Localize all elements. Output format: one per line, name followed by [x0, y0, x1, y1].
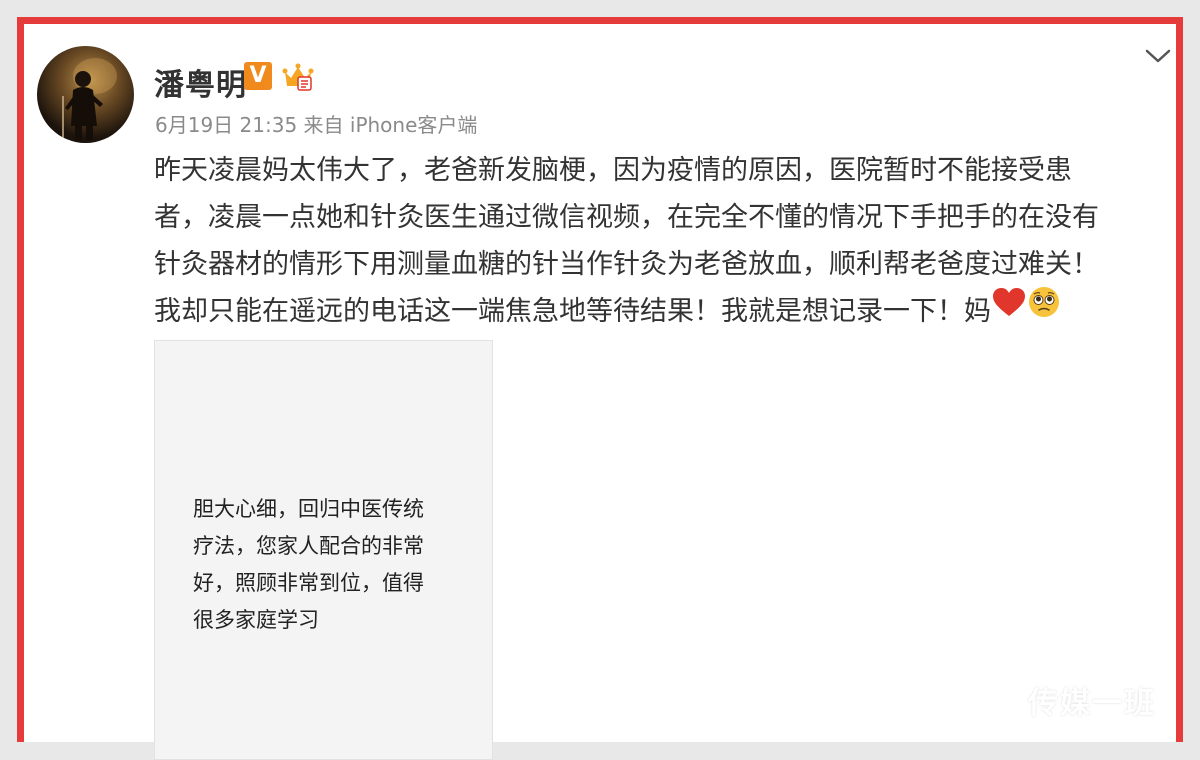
- post-source: 来自 iPhone客户端: [303, 113, 478, 137]
- content-line: 昨天凌晨妈太伟大了，老爸新发脑梗，因为疫情的原因，医院暂时不能接受患: [154, 155, 1072, 186]
- image-text-line: 很多家庭学习: [193, 608, 319, 632]
- post-meta: 6月19日 21:35 来自 iPhone客户端: [155, 109, 477, 138]
- image-text-line: 好，照顾非常到位，值得: [193, 571, 424, 595]
- content-line-last: 我却只能在遥远的电话这一端焦急地等待结果！我就是想记录一下！妈: [154, 285, 1164, 337]
- image-text-line: 疗法，您家人配合的非常: [193, 534, 424, 558]
- content-line-text: 我却只能在遥远的电话这一端焦急地等待结果！我就是想记录一下！妈: [154, 296, 991, 327]
- post-timestamp[interactable]: 6月19日 21:35: [155, 113, 297, 137]
- highlight-frame: 潘粤明 V 6月19日 21:35 来自 iPhone客户端 昨天凌晨妈太伟大了…: [17, 17, 1183, 760]
- chevron-down-icon[interactable]: [1144, 46, 1172, 66]
- content-line: 者，凌晨一点她和针灸医生通过微信视频，在完全不懂的情况下手把手的在没有: [154, 202, 1099, 233]
- verified-badge-icon: V: [244, 62, 272, 90]
- weibo-post-card: 潘粤明 V 6月19日 21:35 来自 iPhone客户端 昨天凌晨妈太伟大了…: [24, 24, 1176, 760]
- heart-emoji-icon: [991, 286, 1027, 333]
- pleading-face-emoji-icon: [1027, 285, 1061, 334]
- image-text-line: 胆大心细，回归中医传统: [193, 497, 424, 521]
- avatar[interactable]: [37, 46, 134, 143]
- crown-icon: [282, 60, 314, 92]
- image-text: 胆大心细，回归中医传统 疗法，您家人配合的非常 好，照顾非常到位，值得 很多家庭…: [193, 491, 473, 639]
- content-line: 针灸器材的情形下用测量血糖的针当作针灸为老爸放血，顺利帮老爸度过难关！: [154, 249, 1099, 280]
- watermark: 传媒一班: [1028, 686, 1156, 721]
- avatar-figure: [62, 58, 117, 143]
- post-content: 昨天凌晨妈太伟大了，老爸新发脑梗，因为疫情的原因，医院暂时不能接受患 者，凌晨一…: [154, 147, 1164, 337]
- username[interactable]: 潘粤明: [154, 60, 247, 104]
- post-image-card[interactable]: 胆大心细，回归中医传统 疗法，您家人配合的非常 好，照顾非常到位，值得 很多家庭…: [154, 340, 493, 760]
